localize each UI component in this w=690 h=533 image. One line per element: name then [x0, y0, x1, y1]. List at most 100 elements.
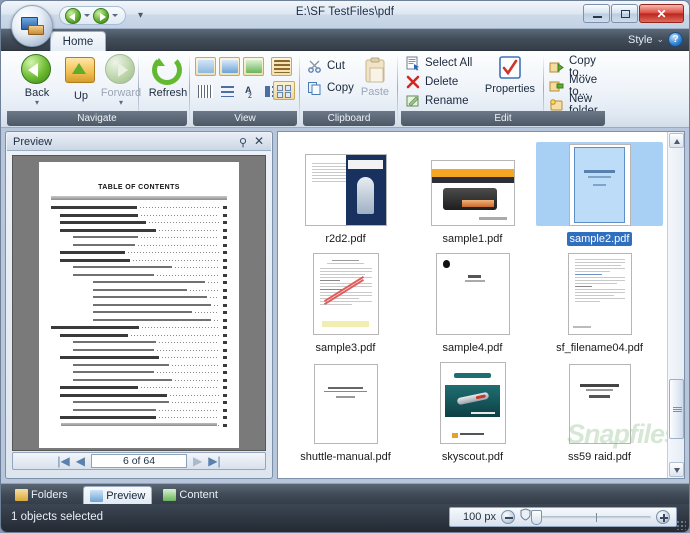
maximize-button[interactable] [611, 4, 638, 23]
rename-label: Rename [425, 95, 469, 107]
file-list-pane[interactable]: r2d2.pdf sample1.pdf sample2.pdf sample3.pd… [277, 131, 685, 479]
ribbon-group-view: A z View [193, 52, 297, 126]
file-item[interactable]: skyscout.pdf [409, 356, 536, 465]
tiles-icon[interactable] [273, 81, 295, 100]
select-all-button[interactable]: Select All [405, 55, 472, 71]
forward-dropdown-icon[interactable] [112, 14, 118, 17]
raid-software-manual-thumb [568, 364, 631, 444]
forward-caret-icon[interactable]: ▾ [93, 99, 149, 107]
toc-entry [51, 221, 227, 224]
toc-entry [51, 356, 227, 359]
style-menu[interactable]: Style ⌄ ? [628, 32, 683, 47]
file-item[interactable]: sample4.pdf [409, 247, 536, 356]
chevron-down-icon: ⌄ [656, 34, 664, 44]
file-item[interactable]: ss59 raid.pdf [536, 356, 663, 465]
file-item[interactable]: shuttle-manual.pdf [282, 356, 409, 465]
forward-arrow-icon[interactable] [93, 7, 109, 24]
tab-home[interactable]: Home [50, 31, 106, 52]
file-thumbnail-wrap [536, 142, 663, 226]
qat-customize-icon[interactable]: ▾ [138, 10, 143, 21]
preview-panel: Preview ⚲ ✕ TABLE OF CONTENTS |◀ ◀ 6 of … [5, 131, 273, 479]
prev-page-icon[interactable]: ◀ [76, 455, 85, 467]
group-label-edit: Edit [401, 111, 605, 126]
next-page-icon[interactable]: ▶ [193, 455, 202, 467]
file-thumbnail-wrap [409, 251, 536, 335]
application-menu-orb[interactable] [11, 5, 53, 47]
status-bar: 1 objects selected 100 px [1, 504, 689, 532]
file-item[interactable]: sf_filename04.pdf [536, 247, 663, 356]
refresh-button[interactable]: Refresh [140, 54, 196, 99]
toc-entry [51, 258, 227, 262]
toc-entry [51, 408, 227, 412]
small-icons-icon[interactable] [217, 82, 237, 99]
back-dropdown-icon[interactable] [84, 14, 90, 17]
toc-entry [51, 228, 227, 232]
bottom-tab-content[interactable]: Content [157, 486, 224, 504]
skyscout-manual-thumb [439, 362, 506, 444]
resize-grip[interactable] [676, 520, 686, 530]
preview-pager: |◀ ◀ 6 of 64 ▶ ▶| [12, 452, 266, 470]
pin-icon[interactable]: ⚲ [239, 136, 247, 149]
toc-entry [51, 348, 227, 352]
rename-button[interactable]: Rename [405, 93, 468, 109]
file-grid: r2d2.pdf sample1.pdf sample2.pdf sample3.pd… [278, 132, 667, 478]
delete-button[interactable]: Delete [405, 74, 458, 90]
preview-document-area[interactable]: TABLE OF CONTENTS [12, 155, 266, 451]
last-page-icon[interactable]: ▶| [208, 455, 220, 467]
minimize-button[interactable] [583, 4, 610, 23]
toc-entry [51, 206, 227, 209]
file-item[interactable]: sample3.pdf [282, 247, 409, 356]
cut-button[interactable]: Cut [307, 58, 345, 74]
zoom-out-icon[interactable] [501, 510, 515, 524]
file-row: sample3.pdf sample4.pdf sf_filename04.pdf [282, 247, 663, 356]
toc-entry [51, 288, 227, 292]
group-label-clipboard: Clipboard [303, 111, 395, 126]
preview-header: Preview ⚲ ✕ [7, 133, 271, 151]
file-scrollbar[interactable] [667, 132, 684, 478]
refresh-button-label: Refresh [148, 87, 188, 99]
zoom-slider[interactable] [531, 509, 651, 525]
zoom-slider-handle[interactable] [531, 509, 542, 525]
quick-access-toolbar [59, 6, 126, 25]
page-indicator[interactable]: 6 of 64 [91, 454, 187, 468]
scrollbar-thumb[interactable] [669, 379, 684, 439]
list-grid-icon[interactable] [195, 82, 215, 99]
toc-entry [51, 378, 227, 382]
file-item[interactable]: r2d2.pdf [282, 138, 409, 247]
file-thumbnail-wrap [536, 360, 663, 444]
toc-entry [51, 386, 227, 389]
file-item[interactable]: sample1.pdf [409, 138, 536, 247]
properties-button[interactable]: Properties [481, 54, 539, 95]
bottom-tab-preview[interactable]: Preview [83, 486, 153, 504]
help-icon[interactable]: ? [668, 32, 683, 47]
toc-entry [51, 273, 227, 277]
zoom-control[interactable]: 100 px [449, 507, 677, 527]
thumbnails-icon[interactable] [219, 57, 240, 76]
first-page-icon[interactable]: |◀ [57, 455, 69, 467]
document-end-rule [61, 423, 217, 426]
bottom-tab-folders[interactable]: Folders [9, 486, 74, 504]
details-grid-icon[interactable] [271, 57, 292, 76]
scroll-up-icon[interactable] [669, 133, 684, 148]
zoom-in-icon[interactable] [656, 510, 670, 524]
file-thumbnail-wrap [536, 251, 663, 335]
file-name: sample4.pdf [442, 342, 503, 354]
toc-entry [51, 401, 227, 404]
close-button[interactable]: ✕ [639, 4, 684, 23]
shield-icon [520, 508, 531, 526]
sort-icon[interactable]: A z [239, 82, 259, 100]
paste-button[interactable]: Paste [355, 57, 395, 98]
file-item[interactable]: sample2.pdf [536, 138, 663, 247]
toc-entry [51, 393, 227, 397]
bottom-tab-label: Content [179, 489, 218, 501]
content-pane-icon[interactable] [243, 57, 264, 76]
window-controls: ✕ [583, 4, 684, 23]
style-label: Style [627, 33, 653, 46]
copy-to-icon [549, 59, 565, 75]
copy-button[interactable]: Copy [307, 80, 354, 96]
scroll-down-icon[interactable] [669, 462, 684, 477]
close-icon[interactable]: ✕ [254, 135, 264, 147]
back-arrow-icon[interactable] [65, 7, 81, 24]
group-label-view: View [193, 111, 297, 126]
preview-pane-icon[interactable] [195, 57, 216, 76]
